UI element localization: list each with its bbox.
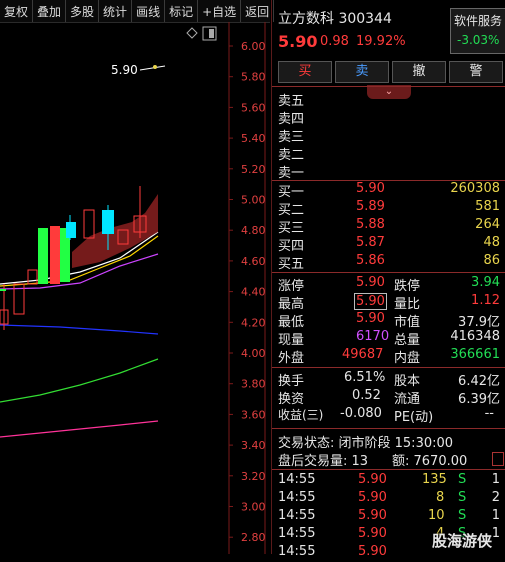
buy-button[interactable]: 买: [278, 61, 332, 83]
stock-title: 立方数科 300344: [278, 11, 392, 27]
candle: [66, 222, 76, 238]
tick-row: 14:55 5.90 8 S 2: [278, 490, 500, 505]
candlestick-chart[interactable]: 6.00 5.80 5.60 5.40 5.20 5.00 4.80 4.60 4.40 4.20…: [0, 22, 270, 554]
y-axis-label: 3.40: [241, 439, 266, 452]
quote-panel: 立方数科 300344 5.90 0.98 19.92% 软件服务 -3.03%…: [271, 0, 505, 559]
y-axis-label: 4.80: [241, 224, 266, 237]
y-axis-label: 5.80: [241, 71, 266, 84]
toolbar-add-watchlist[interactable]: +自选: [198, 0, 242, 22]
stat-row: 最低 5.90 市值 37.9亿: [278, 311, 500, 330]
stat-row: 收益(三) -0.080 PE(动) --: [278, 406, 494, 425]
sector-label: 软件服务: [454, 14, 503, 28]
stat-row: 换手 6.51% 股本 6.42亿: [278, 370, 500, 389]
y-axis-label: 5.00: [241, 194, 266, 207]
divider: [272, 428, 505, 429]
sell-level-row: 卖五: [278, 94, 305, 109]
svg-text:5.90: 5.90: [111, 63, 138, 77]
y-axis-label: 5.20: [241, 163, 266, 176]
tick-row: 14:55 5.90 135 S 1: [278, 472, 500, 487]
toolbar-multi-stock[interactable]: 多股: [66, 0, 100, 22]
divider: [272, 272, 505, 273]
ma-line-blue: [0, 324, 159, 335]
sector-button[interactable]: 软件服务 -3.03%: [450, 8, 505, 54]
sector-change: -3.03%: [457, 33, 500, 47]
sell-level-row: 卖二: [278, 148, 305, 163]
y-axis-label: 5.60: [241, 101, 266, 114]
toolbar-restore-rights[interactable]: 复权: [0, 0, 34, 22]
last-price-annotation: 5.90: [111, 63, 166, 77]
chart-toolbar: 复权 叠加 多股 统计 画线 标记 +自选 返回: [0, 0, 275, 23]
current-price: 5.90: [278, 32, 318, 51]
ma-line-pink: [0, 420, 159, 438]
watermark: 股海游侠: [432, 532, 493, 550]
alert-button[interactable]: 警: [449, 61, 503, 83]
divider: [272, 367, 505, 368]
divider: [272, 469, 505, 470]
y-axis-label: 4.40: [241, 286, 266, 299]
y-axis-label: 3.00: [241, 501, 266, 514]
y-axis-label: 2.80: [241, 531, 266, 544]
y-axis-label: 4.60: [241, 255, 266, 268]
stat-row: 外盘 49687 内盘 366661: [278, 347, 500, 366]
sell-level-row: 卖三: [278, 130, 305, 145]
sell-level-row: 卖一: [278, 166, 305, 181]
y-axis-label: 5.40: [241, 132, 266, 145]
ma-line-green: [0, 358, 159, 403]
buy-level-row: 买四 5.87 48: [278, 235, 500, 254]
stat-row: 最高 5.90 量比 1.12: [278, 293, 500, 312]
stat-row: 换资 0.52 流通 6.39亿: [278, 388, 500, 407]
price-change-pct: 19.92%: [356, 34, 406, 49]
buy-level-row: 买二 5.89 581: [278, 199, 500, 218]
buy-level-row: 买三 5.88 264: [278, 217, 500, 236]
candle: [102, 210, 114, 234]
sell-button[interactable]: 卖: [335, 61, 389, 83]
chart-icon[interactable]: [492, 452, 504, 466]
buy-level-row: 买一 5.90 260308: [278, 181, 500, 200]
cancel-button[interactable]: 撤: [392, 61, 446, 83]
candle-limit-up: [38, 228, 48, 284]
after-hours-row: 盘后交易量: 13 额: 7670.00: [272, 450, 505, 469]
toolbar-back[interactable]: 返回: [241, 0, 275, 22]
candle: [83, 209, 95, 239]
divider: [272, 86, 505, 87]
price-change: 0.98: [320, 34, 349, 49]
toolbar-mark[interactable]: 标记: [165, 0, 199, 22]
stat-row: 涨停 5.90 跌停 3.94: [278, 275, 500, 294]
toolbar-statistics[interactable]: 统计: [99, 0, 133, 22]
toolbar-overlay[interactable]: 叠加: [33, 0, 67, 22]
panel-toggle-icon[interactable]: [202, 26, 217, 41]
y-axis-label: 4.20: [241, 316, 266, 329]
candle-limit-up: [0, 289, 6, 291]
trade-status-row: 交易状态: 闭市阶段 15:30:00: [278, 436, 454, 451]
candle: [50, 226, 60, 284]
y-axis-label: 6.00: [241, 40, 266, 53]
y-axis-label: 3.80: [241, 378, 266, 391]
buy-level-row: 买五 5.86 86: [278, 253, 500, 272]
y-axis-label: 3.60: [241, 408, 266, 421]
sell-level-row: 卖四: [278, 112, 305, 127]
stat-row: 现量 6170 总量 416348: [278, 329, 500, 348]
toolbar-draw-line[interactable]: 画线: [132, 0, 166, 22]
tick-row: 14:55 5.90 10 S 1: [278, 508, 500, 523]
y-axis-label: 3.20: [241, 470, 266, 483]
price-band: [72, 194, 158, 268]
diamond-icon[interactable]: [186, 27, 198, 39]
y-axis-label: 4.00: [241, 347, 266, 360]
candle: [27, 269, 38, 285]
